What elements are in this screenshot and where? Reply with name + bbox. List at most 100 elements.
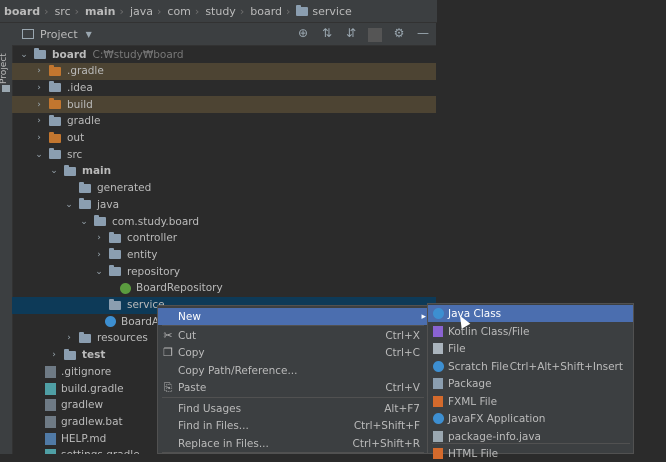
new-menu-item-fxml-file[interactable]: FXML File bbox=[428, 393, 633, 410]
tree-item-label: gradlew bbox=[61, 399, 104, 412]
tree-row-generated[interactable]: generated bbox=[12, 180, 436, 197]
scratch-file-icon bbox=[432, 361, 444, 372]
context-menu-item-replace-in-files[interactable]: Replace in Files... Ctrl+Shift+R bbox=[158, 435, 428, 452]
tree-row-out[interactable]: › out bbox=[12, 130, 436, 147]
menu-separator bbox=[162, 325, 424, 326]
hide-icon[interactable]: — bbox=[416, 26, 430, 42]
gear-icon[interactable]: ⚙ bbox=[392, 26, 406, 42]
breadcrumb-label: main bbox=[85, 4, 116, 18]
tree-row-build[interactable]: › build bbox=[12, 96, 436, 114]
chevron-down-icon[interactable]: ⌄ bbox=[33, 150, 45, 160]
menu-item-label: Find in Files... bbox=[178, 419, 249, 432]
menu-item-shortcut: Ctrl+Shift+F bbox=[353, 419, 420, 432]
tree-item-label: BoardA bbox=[121, 315, 160, 328]
chevron-right-icon[interactable]: › bbox=[33, 100, 45, 110]
breadcrumb-item-com[interactable]: com bbox=[167, 5, 191, 18]
interface-icon bbox=[120, 282, 131, 294]
menu-separator bbox=[162, 452, 424, 453]
chevron-right-icon[interactable]: › bbox=[93, 233, 105, 243]
chevron-down-icon[interactable]: ⌄ bbox=[48, 166, 60, 176]
submenu-arrow-icon: ▸ bbox=[421, 311, 426, 322]
tree-item-label: repository bbox=[127, 265, 181, 278]
context-menu-item-new[interactable]: New ▸ bbox=[158, 308, 428, 325]
new-menu-item-package[interactable]: Package bbox=[428, 375, 633, 392]
breadcrumb-separator-icon: › bbox=[119, 4, 124, 18]
menu-item-label: New bbox=[178, 310, 201, 323]
tree-row--gradle[interactable]: › .gradle bbox=[12, 62, 436, 80]
breadcrumb-item-board[interactable]: board bbox=[250, 5, 282, 18]
menu-item-shortcut: Ctrl+C bbox=[385, 346, 420, 359]
chevron-right-icon[interactable]: › bbox=[63, 333, 75, 343]
chevron-right-icon[interactable]: › bbox=[33, 116, 45, 126]
new-menu-item-package-info-java[interactable]: package-info.java bbox=[428, 428, 633, 445]
package-icon bbox=[109, 248, 121, 260]
new-menu-item-javafx-application[interactable]: JavaFX Application bbox=[428, 410, 633, 427]
tree-row-controller[interactable]: › controller bbox=[12, 230, 436, 247]
menu-item-label: JavaFX Application bbox=[448, 412, 546, 425]
new-menu-item-scratch-file[interactable]: Scratch File Ctrl+Alt+Shift+Insert bbox=[428, 358, 633, 375]
menu-item-label: Scratch File bbox=[448, 360, 509, 373]
chevron-right-icon[interactable]: › bbox=[33, 66, 45, 76]
chevron-right-icon[interactable]: › bbox=[93, 250, 105, 260]
tree-row-board[interactable]: ⌄ board C:₩study₩board bbox=[12, 46, 436, 63]
chevron-right-icon[interactable]: › bbox=[33, 133, 45, 143]
tree-item-label: out bbox=[67, 132, 85, 144]
menu-item-shortcut: Ctrl+Alt+Shift+Insert bbox=[509, 360, 623, 373]
tree-item-label: generated bbox=[97, 182, 152, 195]
breadcrumb-item-src[interactable]: src bbox=[55, 5, 71, 18]
collapse-all-icon[interactable]: ⇵ bbox=[344, 26, 358, 42]
tree-row--idea[interactable]: › .idea bbox=[12, 79, 436, 96]
chevron-right-icon[interactable]: › bbox=[33, 83, 45, 93]
project-panel-header: Project ▼ ⊕ ⇅ ⇵ ⚙ — bbox=[12, 23, 436, 46]
chevron-down-icon[interactable]: ⌄ bbox=[63, 200, 75, 210]
chevron-down-icon[interactable]: ⌄ bbox=[93, 267, 105, 277]
tree-row-repository[interactable]: ⌄ repository bbox=[12, 263, 436, 280]
breadcrumb-separator-icon: › bbox=[286, 4, 291, 18]
chevron-down-icon[interactable]: ⌄ bbox=[78, 217, 90, 227]
new-menu-item-file[interactable]: File bbox=[428, 340, 633, 357]
context-menu-item-find-in-files[interactable]: Find in Files... Ctrl+Shift+F bbox=[158, 417, 428, 434]
tree-row-main[interactable]: ⌄ main bbox=[12, 163, 436, 180]
breadcrumb-item-study[interactable]: study bbox=[205, 5, 236, 18]
breadcrumb-item-board[interactable]: board bbox=[4, 5, 40, 18]
tree-item-label: entity bbox=[127, 248, 158, 261]
file-icon bbox=[45, 365, 56, 378]
chevron-down-icon[interactable]: ▼ bbox=[86, 30, 92, 39]
editor-area bbox=[437, 0, 666, 303]
context-menu-item-cut[interactable]: ✂ Cut Ctrl+X bbox=[158, 327, 428, 344]
tree-row-gradle[interactable]: › gradle bbox=[12, 113, 436, 130]
cut-icon: ✂ bbox=[163, 329, 173, 342]
tree-row-java[interactable]: ⌄ java bbox=[12, 196, 436, 213]
new-menu-item-kotlin-class-file[interactable]: Kotlin Class/File bbox=[428, 323, 633, 340]
folder-icon bbox=[34, 48, 46, 59]
chevron-right-icon[interactable]: › bbox=[48, 350, 60, 360]
breadcrumb-item-service[interactable]: service bbox=[296, 4, 352, 18]
tree-row-src[interactable]: ⌄ src bbox=[12, 146, 436, 163]
javafx-icon bbox=[432, 413, 444, 424]
folder-icon bbox=[79, 181, 91, 193]
context-menu-item-find-usages[interactable]: Find Usages Alt+F7 bbox=[158, 400, 428, 417]
tree-row-boardrepository[interactable]: BoardRepository bbox=[12, 280, 436, 297]
menu-item-label: FXML File bbox=[448, 395, 498, 408]
breadcrumb-item-java[interactable]: java bbox=[130, 5, 153, 18]
locate-icon[interactable]: ⊕ bbox=[296, 26, 310, 42]
expand-all-icon[interactable]: ⇅ bbox=[320, 26, 334, 42]
context-menu-item-copy-path-reference[interactable]: Copy Path/Reference... bbox=[158, 362, 428, 379]
tree-item-label: resources bbox=[97, 332, 148, 345]
gradle-file-icon bbox=[45, 382, 56, 395]
chevron-down-icon[interactable]: ⌄ bbox=[18, 50, 30, 60]
tree-row-com-study-board[interactable]: ⌄ com.study.board bbox=[12, 213, 436, 230]
context-menu-item-copy[interactable]: ❐ Copy Ctrl+C bbox=[158, 344, 428, 361]
tree-row-entity[interactable]: › entity bbox=[12, 246, 436, 263]
project-view-selector[interactable]: Project bbox=[40, 28, 78, 41]
paste-icon: ⎘ bbox=[163, 380, 173, 394]
project-path: C:₩study₩board bbox=[92, 48, 184, 61]
breadcrumb-item-main[interactable]: main bbox=[85, 5, 116, 18]
toolbar-separator bbox=[368, 28, 382, 42]
menu-item-label: Paste bbox=[178, 381, 207, 394]
context-menu-item-paste[interactable]: ⎘ Paste Ctrl+V bbox=[158, 379, 428, 396]
folder-icon bbox=[49, 81, 61, 93]
breadcrumb-label: board bbox=[4, 4, 41, 18]
breadcrumb-separator-icon: › bbox=[157, 4, 162, 18]
tree-item-label: src bbox=[67, 148, 83, 161]
